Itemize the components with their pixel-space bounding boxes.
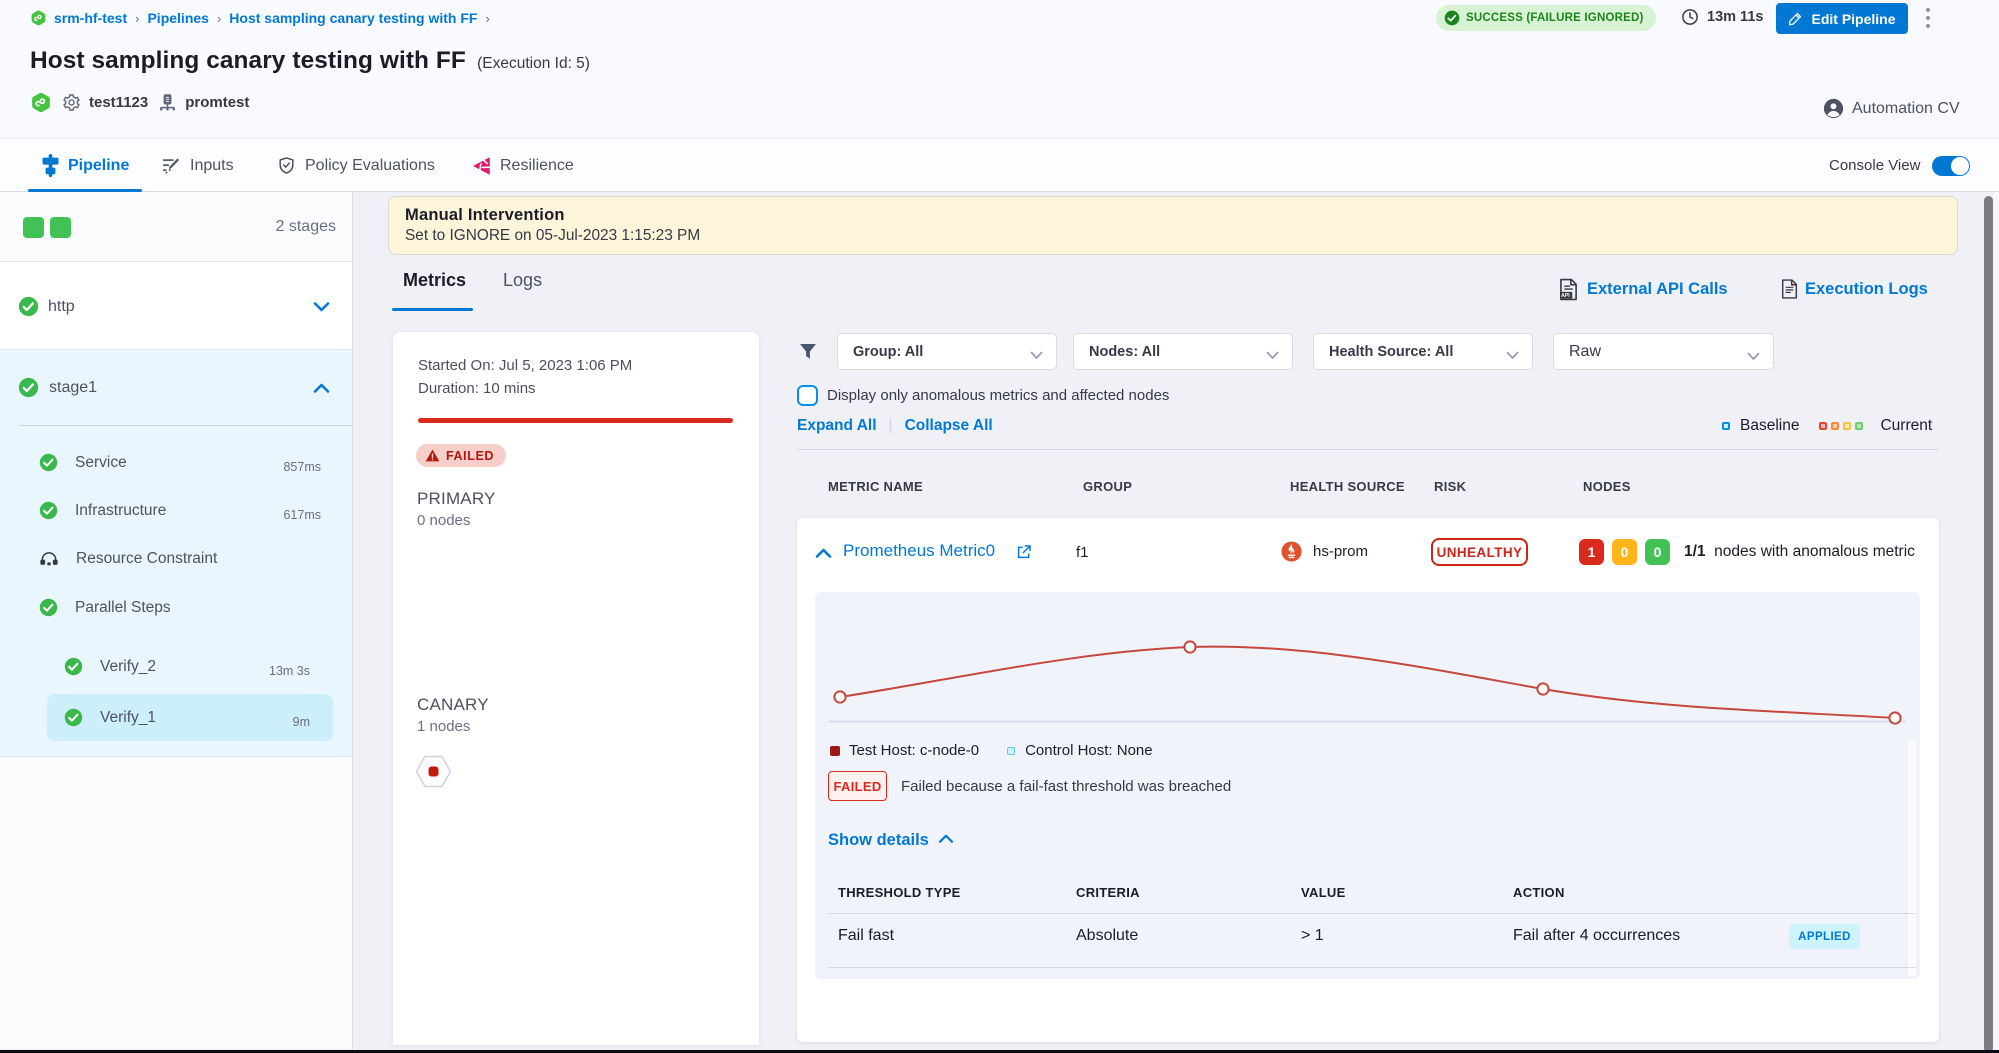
svg-text:API: API [1561, 293, 1570, 299]
